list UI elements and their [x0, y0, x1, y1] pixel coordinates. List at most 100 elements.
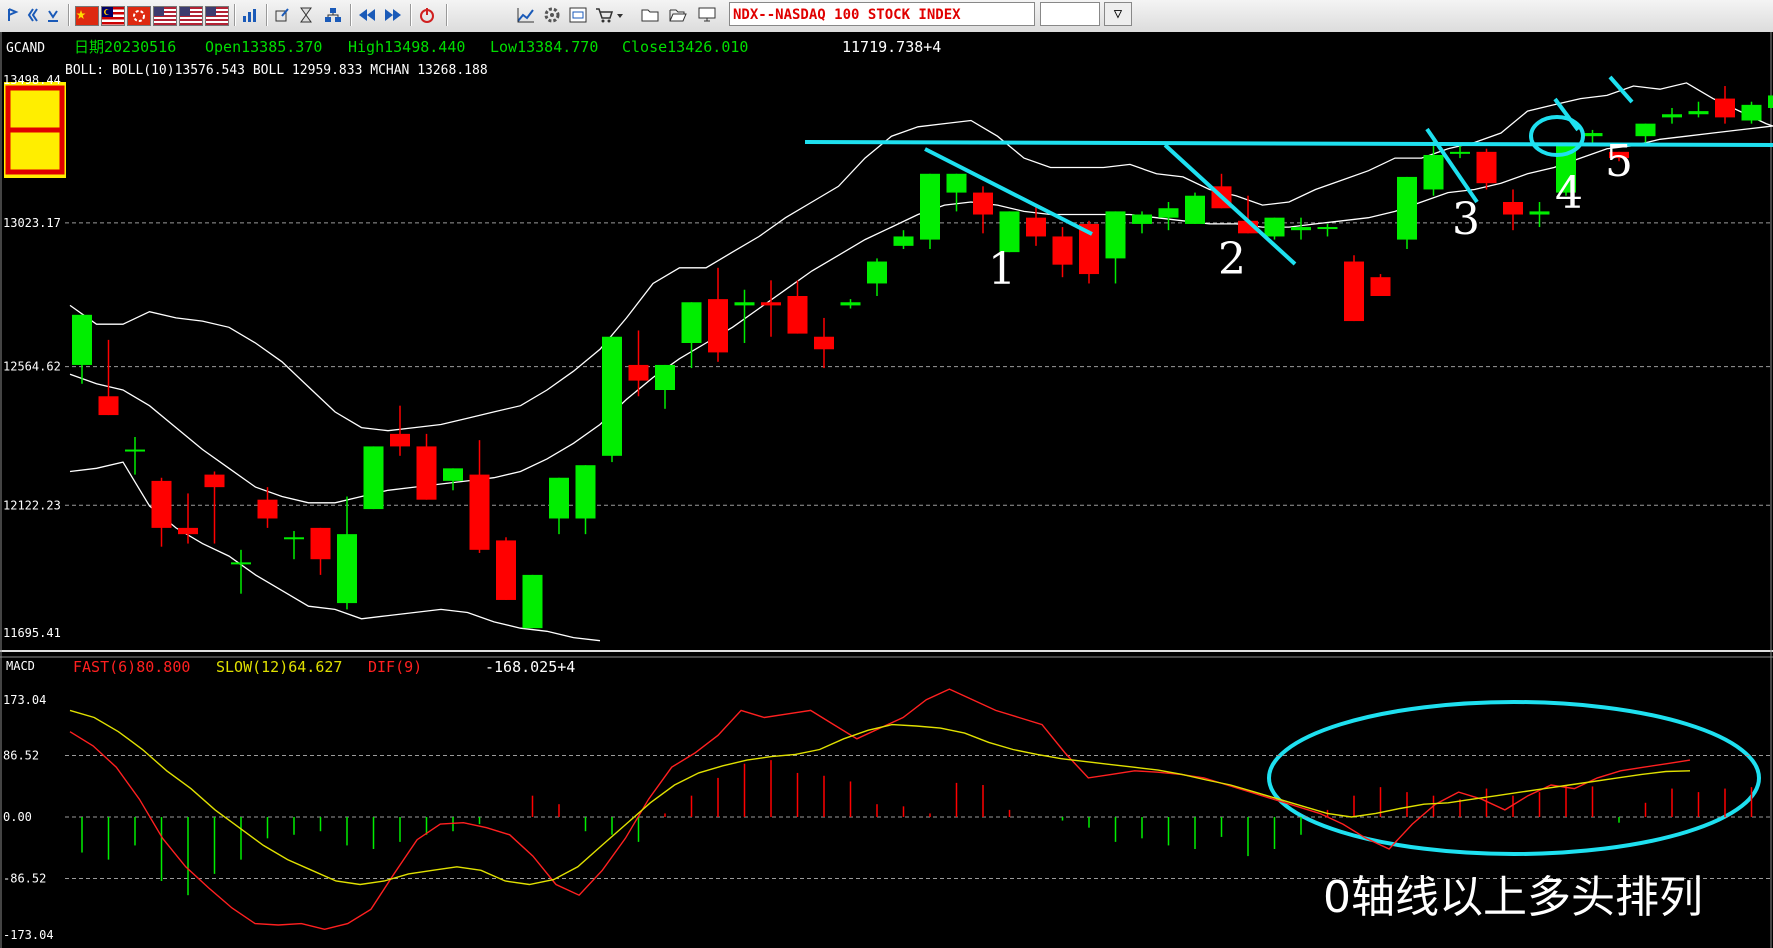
candle-body — [1291, 227, 1311, 231]
candle-body — [1503, 201, 1523, 215]
candle-body — [1026, 217, 1046, 237]
candle-body — [1370, 277, 1391, 296]
window-icon[interactable] — [568, 3, 588, 27]
power-icon[interactable] — [416, 3, 438, 27]
candle-body — [337, 534, 357, 604]
candle-body — [628, 364, 649, 381]
annotation-label-2: 2 — [1218, 234, 1246, 285]
candle-body — [178, 527, 198, 535]
candle-body — [734, 302, 755, 306]
candle-body — [1132, 214, 1152, 224]
flag-usa-icon[interactable] — [179, 6, 203, 26]
candle-body — [416, 446, 437, 500]
price-axis-label: 12122.23 — [3, 498, 61, 512]
date-label: 日期20230516 — [74, 38, 176, 56]
candle-body — [1423, 154, 1444, 190]
macd-axis-label: -86.52 — [3, 872, 46, 886]
arrow-down-icon[interactable] — [44, 3, 62, 27]
boll-label: BOLL: BOLL(10)13576.543 BOLL 12959.833 M… — [65, 63, 488, 78]
candle-body — [522, 574, 543, 629]
candle-body — [946, 173, 967, 193]
undo-icon[interactable] — [5, 3, 21, 27]
macd-fast-label: FAST(6)80.800 — [73, 658, 190, 676]
candle-body — [98, 396, 119, 416]
candle-body — [1264, 217, 1285, 237]
candle-body — [1397, 176, 1417, 240]
macd-axis-label: -173.04 — [3, 928, 54, 942]
candle-body — [973, 192, 993, 215]
flag-usa-icon[interactable] — [205, 6, 229, 26]
candle-body — [1688, 111, 1709, 115]
candle-body — [204, 474, 225, 488]
price-axis-label: 12564.62 — [3, 360, 61, 374]
marker-widget-icon[interactable] — [4, 82, 66, 178]
candle-body — [1344, 261, 1364, 322]
symbol-label: GCAND — [6, 41, 45, 56]
candle-body — [549, 477, 569, 519]
candle-body — [1317, 227, 1338, 230]
hourglass-icon[interactable] — [296, 3, 316, 27]
dropdown-icon[interactable]: ▽ — [1104, 2, 1132, 26]
fast-forward-icon[interactable] — [382, 3, 404, 27]
macd-dif-label: DIF(9) — [368, 658, 422, 676]
candle-body — [1476, 151, 1497, 184]
candle-body — [575, 465, 596, 519]
rewind-icon[interactable] — [356, 3, 378, 27]
cart-icon[interactable] — [594, 3, 626, 27]
macd-axis-label: 173.04 — [3, 693, 46, 707]
candle-body — [681, 302, 702, 344]
macd-slow-label: SLOW(12)64.627 — [216, 658, 342, 676]
candle-body — [310, 527, 331, 560]
annotation-label-3: 3 — [1452, 194, 1480, 245]
candle-body — [1052, 236, 1073, 265]
toolbar: NDX--NASDAQ 100 STOCK INDEX ▽ — [0, 0, 1773, 33]
price-axis-label: 13023.17 — [3, 216, 61, 230]
symbol-input[interactable]: NDX--NASDAQ 100 STOCK INDEX — [729, 2, 1035, 26]
low-label: Low13384.770 — [490, 38, 598, 56]
flag-hongkong-icon[interactable] — [127, 6, 151, 26]
monitor-icon[interactable] — [696, 3, 718, 27]
candle-body — [867, 261, 887, 284]
candle-body — [363, 446, 384, 510]
candle-body — [1662, 114, 1682, 118]
bar-chart-icon[interactable] — [240, 3, 260, 27]
candle-body — [72, 314, 92, 365]
price-axis-label: 13498.44 — [3, 73, 61, 87]
folder-icon[interactable] — [640, 3, 660, 27]
annotation-label-4: 4 — [1555, 168, 1583, 219]
high-label: High13498.440 — [348, 38, 465, 56]
candle-body — [840, 302, 861, 306]
candle-body — [496, 540, 516, 600]
macd-value-label: -168.025+4 — [485, 658, 575, 676]
annotation-label-5: 5 — [1605, 136, 1633, 187]
edit-icon[interactable] — [272, 3, 292, 27]
line-chart-icon[interactable] — [516, 3, 536, 27]
candle-body — [1741, 104, 1762, 121]
candle-body — [1635, 123, 1656, 137]
candle-body — [1185, 195, 1205, 224]
open-folder-icon[interactable] — [668, 3, 688, 27]
chart-area: GCAND 日期20230516 Open13385.370 High13498… — [0, 32, 1773, 948]
flag-malaysia-icon[interactable] — [101, 6, 125, 26]
candle-body — [284, 537, 304, 540]
candle-body — [469, 474, 490, 550]
network-icon[interactable] — [322, 3, 344, 27]
flag-usa-icon[interactable] — [153, 6, 177, 26]
candle-body — [151, 480, 172, 528]
flag-china-icon[interactable] — [75, 6, 99, 26]
candle-body — [708, 299, 728, 353]
candle-body — [231, 562, 251, 565]
candle-body — [125, 449, 145, 452]
candle-body — [920, 173, 940, 240]
candle-body — [1582, 133, 1603, 137]
period-select[interactable] — [1040, 2, 1100, 26]
candle-body — [1529, 211, 1550, 215]
candle-body — [390, 433, 410, 447]
candle-body — [1768, 95, 1773, 108]
redo-icon[interactable] — [24, 3, 42, 27]
gear-icon[interactable] — [542, 3, 562, 27]
candle-body — [1450, 151, 1470, 154]
open-label: Open13385.370 — [205, 38, 322, 56]
candle-body — [602, 336, 622, 456]
macd-axis-label: 0.00 — [3, 810, 32, 824]
